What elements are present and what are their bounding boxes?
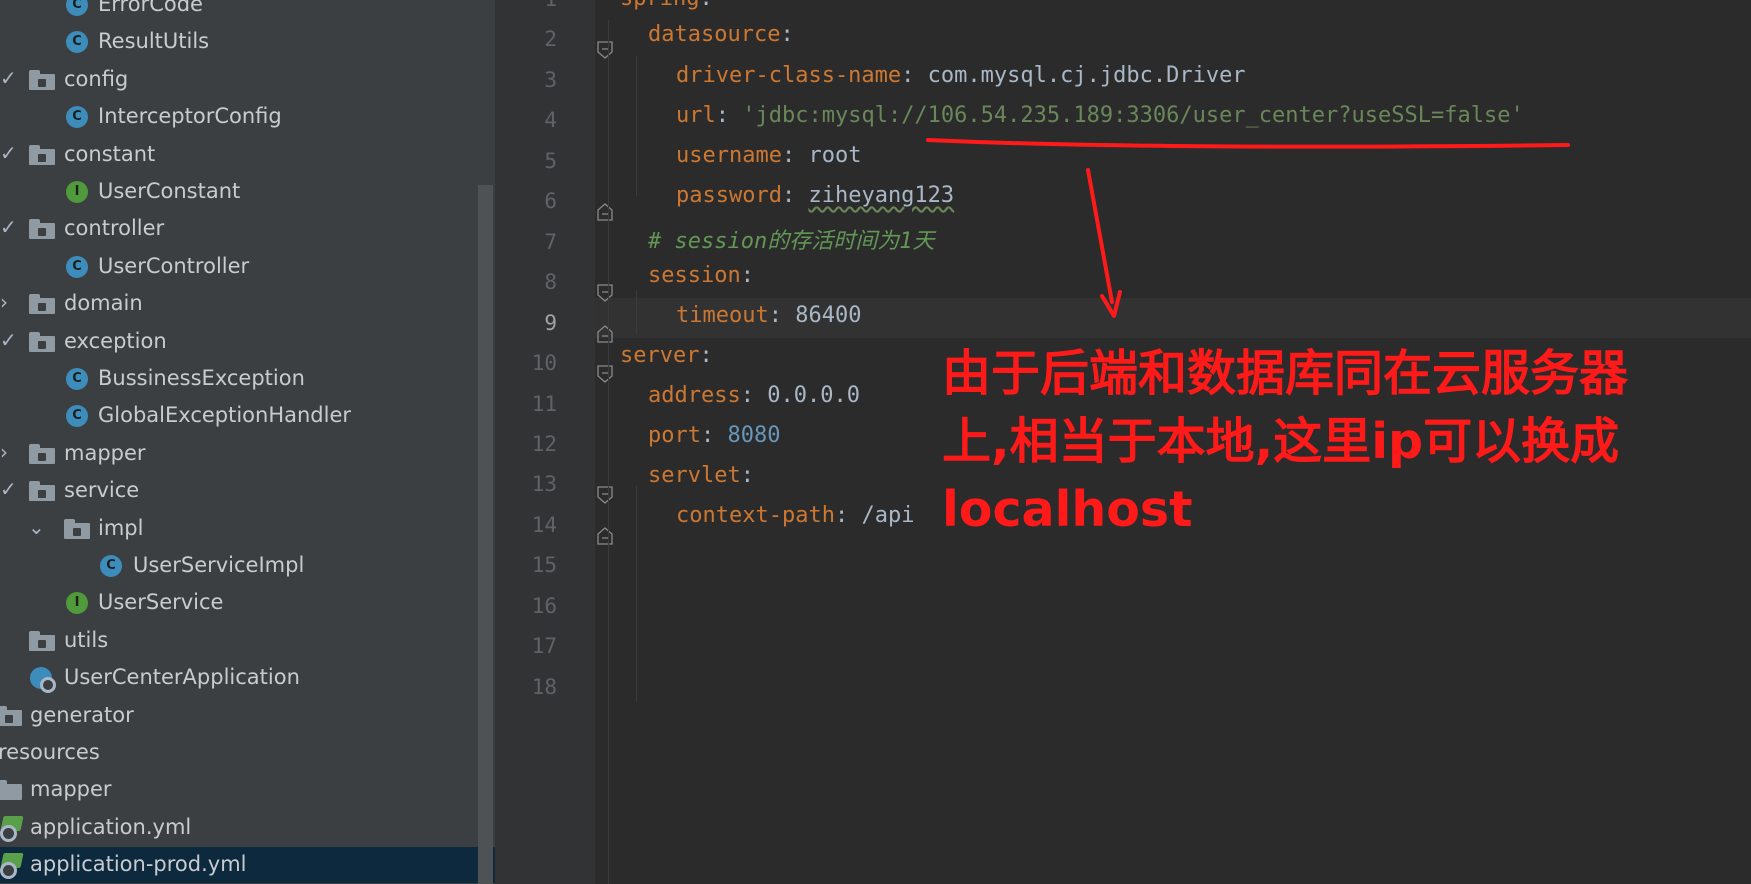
annotation-line-1: 由于后端和数据库同在云服务器 <box>942 345 1629 402</box>
package-dot-icon <box>38 303 46 312</box>
package-dot-icon <box>38 228 46 237</box>
package-dot-icon <box>38 153 46 162</box>
annotation-line-2: 上,相当于本地,这里ip可以换成 <box>942 413 1620 470</box>
url-underline-mark <box>926 138 1570 149</box>
annotation-line-3: localhost <box>942 481 1193 538</box>
package-dot-icon <box>38 639 46 648</box>
package-dot-icon <box>38 452 46 461</box>
package-dot-icon <box>38 78 46 87</box>
package-dot-icon <box>38 340 46 349</box>
package-dot-icon <box>73 527 81 536</box>
annotation-note: 由于后端和数据库同在云服务器 上,相当于本地,这里ip可以换成 localhos… <box>942 340 1722 544</box>
package-dot-icon <box>38 490 46 499</box>
annotation-arrow-shaft <box>1086 168 1114 304</box>
package-dot-icon <box>5 714 13 723</box>
